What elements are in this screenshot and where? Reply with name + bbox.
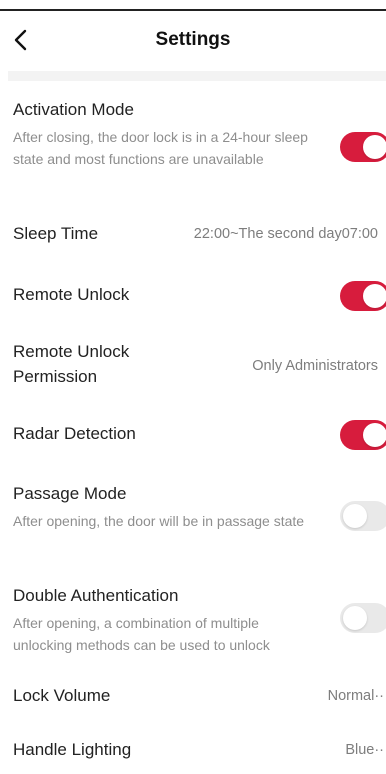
setting-remote-unlock: Remote Unlock <box>0 281 386 311</box>
radar-detection-toggle[interactable] <box>340 420 386 450</box>
setting-label: Activation Mode <box>13 100 134 119</box>
setting-label: Passage Mode <box>13 484 127 503</box>
setting-label-line1: Remote Unlock <box>13 342 130 361</box>
setting-double-authentication: Double Authentication After opening, a c… <box>0 582 386 658</box>
setting-lock-volume[interactable]: Lock Volume Normal·· <box>0 684 386 712</box>
setting-radar-detection: Radar Detection <box>0 420 386 450</box>
setting-activation-mode: Activation Mode After closing, the door … <box>0 96 386 196</box>
setting-label: Double Authentication <box>13 586 179 605</box>
toggle-knob <box>343 504 367 528</box>
setting-passage-mode: Passage Mode After opening, the door wil… <box>0 480 386 556</box>
lock-volume-value: Normal·· <box>327 688 384 704</box>
section-separator <box>8 71 386 81</box>
toggle-knob <box>363 135 386 159</box>
setting-label-line2: Permission <box>13 367 98 386</box>
activation-mode-toggle[interactable] <box>340 132 386 162</box>
double-authentication-toggle[interactable] <box>340 603 386 633</box>
toggle-knob <box>363 423 386 447</box>
sleep-time-value: 22:00~The second day07:00 <box>193 226 378 242</box>
setting-description: After opening, the door will be in passa… <box>13 513 305 529</box>
remote-unlock-permission-value: Only Administrators <box>252 358 378 374</box>
setting-label: Sleep Time <box>13 224 99 243</box>
setting-label: Handle Lighting <box>13 740 132 759</box>
handle-lighting-value: Blue·· <box>345 742 384 758</box>
setting-sleep-time[interactable]: Sleep Time 22:00~The second day07:00 <box>0 222 386 250</box>
setting-description: After closing, the door lock is in a 24-… <box>13 129 308 167</box>
page-title: Settings <box>155 29 231 50</box>
setting-label: Remote Unlock <box>13 285 130 304</box>
setting-remote-unlock-permission[interactable]: Remote Unlock Permission Only Administra… <box>0 340 386 392</box>
setting-description: After opening, a combination of multiple… <box>13 615 270 653</box>
setting-label: Radar Detection <box>13 424 136 443</box>
setting-label: Lock Volume <box>13 686 111 705</box>
setting-handle-lighting[interactable]: Handle Lighting Blue·· <box>0 738 386 766</box>
toggle-knob <box>363 284 386 308</box>
remote-unlock-toggle[interactable] <box>340 281 386 311</box>
header-bar: Settings <box>0 11 386 71</box>
passage-mode-toggle[interactable] <box>340 501 386 531</box>
toggle-knob <box>343 606 367 630</box>
